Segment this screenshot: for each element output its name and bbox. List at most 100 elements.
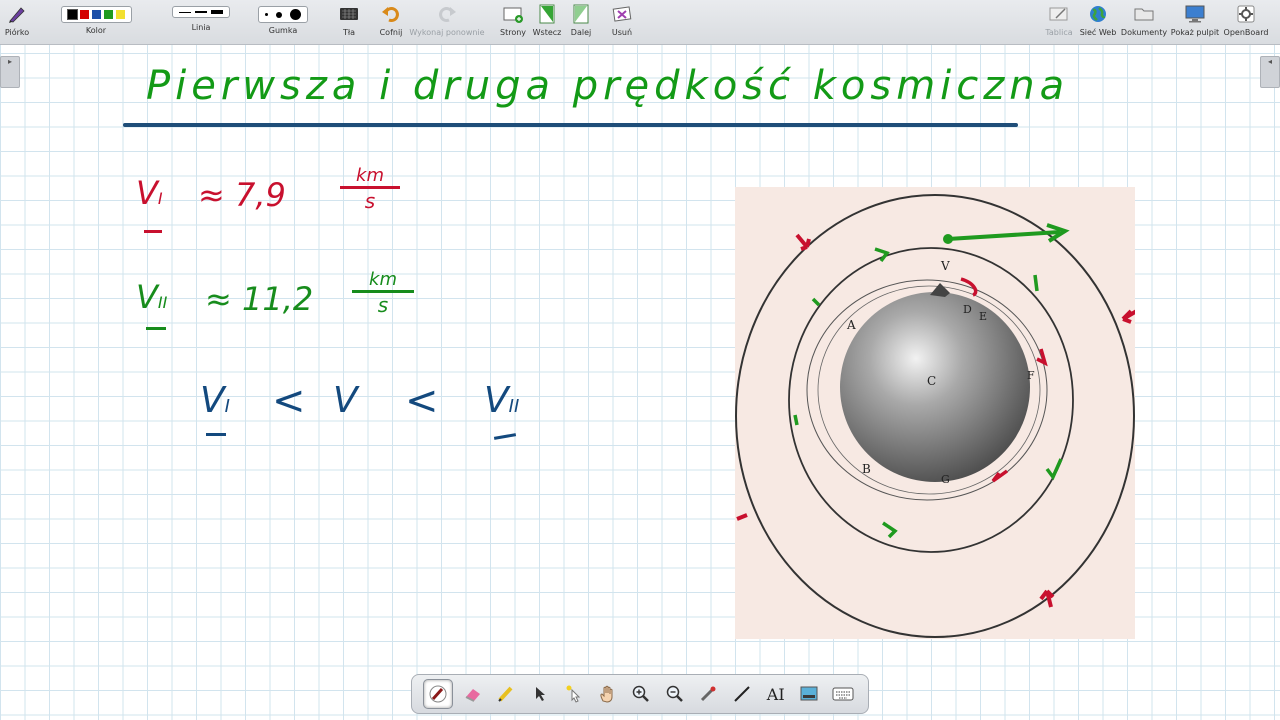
eraser-small-option[interactable] — [265, 13, 268, 16]
openboard-menu-button[interactable]: OpenBoard — [1222, 0, 1270, 44]
folder-icon — [1133, 0, 1155, 28]
inequality-left-underline — [206, 433, 226, 436]
line-thick-option[interactable] — [211, 10, 223, 14]
board-icon — [1048, 0, 1070, 28]
pen-tool[interactable]: Piórko — [4, 0, 30, 44]
pointer-stick-icon[interactable] — [694, 680, 722, 708]
back-button[interactable]: Wstecz — [532, 0, 562, 44]
middle-orbit-arrow-4 — [882, 521, 898, 539]
eraser-large-option[interactable] — [290, 9, 301, 20]
velocity-arrow — [947, 230, 1061, 241]
inequality-left: VI — [200, 380, 230, 421]
pages-button[interactable]: Strony — [499, 0, 527, 44]
label-f: F — [1027, 369, 1035, 382]
orbit-diagram: V D E A C B G F — [735, 194, 1149, 638]
middle-orbit-arrow-2 — [1033, 274, 1039, 292]
label-a: A — [846, 318, 856, 332]
eraser-medium-option[interactable] — [276, 11, 282, 18]
next-button[interactable]: Dalej — [568, 0, 594, 44]
color-swatch-yellow[interactable] — [115, 10, 125, 19]
v2-value: ≈ 11,2 — [205, 280, 314, 318]
label-b: B — [862, 462, 871, 476]
v1-value: ≈ 7,9 — [198, 176, 286, 214]
stylus-palette: AI — [411, 674, 869, 714]
eraser-size-picker[interactable]: Gumka — [248, 0, 318, 44]
middle-orbit-arrow-6 — [811, 297, 821, 307]
line-width-picker[interactable]: Linia — [167, 0, 235, 44]
label-v: V — [940, 259, 950, 273]
pages-icon — [502, 0, 524, 28]
show-desktop-button[interactable]: Pokaż pulpit — [1170, 0, 1220, 44]
pointer-icon[interactable] — [526, 680, 554, 708]
v2-subscript: II — [157, 293, 168, 312]
label-e: E — [979, 310, 987, 323]
undo-button[interactable]: Cofnij — [377, 0, 405, 44]
outer-orbit-arrow-1 — [795, 233, 811, 251]
outer-orbit-arrow-2 — [1121, 303, 1149, 324]
capture-icon[interactable] — [795, 680, 823, 708]
color-swatch-black[interactable] — [66, 9, 78, 20]
background-button[interactable]: Tła — [336, 0, 362, 44]
laser-icon[interactable] — [560, 680, 588, 708]
pen-icon[interactable] — [422, 679, 453, 709]
v1-letter: V — [136, 174, 158, 212]
color-swatch-blue[interactable] — [91, 10, 101, 19]
v2-unit-denominator: s — [377, 293, 389, 317]
zoom-out-icon[interactable] — [661, 680, 689, 708]
v2-unit-fraction: km s — [352, 270, 414, 317]
redo-button[interactable]: Wykonaj ponownie — [409, 0, 485, 44]
v2-symbol: VII — [136, 278, 167, 316]
zoom-in-icon[interactable] — [627, 680, 655, 708]
text-icon[interactable]: AI — [762, 680, 790, 708]
v1-subscript: I — [157, 189, 163, 208]
settings-gear-icon — [1236, 0, 1256, 28]
inequality-middle: V — [333, 380, 358, 421]
board-mode-button[interactable]: Tablica — [1044, 0, 1074, 44]
pen-tool-icon — [7, 0, 27, 28]
line-icon[interactable] — [728, 680, 756, 708]
left-panel-toggle[interactable]: ▸ — [0, 56, 20, 88]
v1-unit-denominator: s — [364, 189, 376, 213]
v1-unit-fraction: km s — [340, 166, 400, 213]
inequality-right: VII — [484, 380, 519, 421]
line-thin-option[interactable] — [179, 11, 191, 13]
color-swatch-green[interactable] — [103, 10, 113, 19]
top-toolbar: Piórko Kolor Linia Gumka Tła Cofnij Wyko… — [0, 0, 1280, 45]
label-g: G — [941, 473, 950, 486]
undo-icon — [381, 0, 401, 28]
color-picker[interactable]: Kolor — [40, 0, 152, 44]
documents-mode-button[interactable]: Dokumenty — [1120, 0, 1168, 44]
board-title: Pierwsza i druga prędkość kosmiczna — [146, 63, 1070, 109]
middle-orbit-arrow-5 — [793, 414, 799, 426]
outer-orbit-arrow-4 — [736, 513, 748, 521]
page-next-icon — [571, 0, 591, 28]
inequality-lt-1: < — [272, 378, 306, 424]
title-underline — [123, 123, 1018, 127]
delete-button[interactable]: Usuń — [608, 0, 636, 44]
eraser-icon[interactable] — [459, 680, 487, 708]
outer-orbit-arrow-3 — [1039, 589, 1055, 608]
v2-underline — [146, 327, 166, 330]
label-c: C — [927, 374, 936, 388]
background-icon — [339, 0, 359, 28]
hand-icon[interactable] — [593, 680, 621, 708]
inequality-right-letter: V — [484, 380, 509, 421]
monitor-icon — [1184, 0, 1206, 28]
inequality-right-subscript: II — [508, 396, 520, 417]
eraser-size-options — [258, 6, 308, 23]
label-d: D — [963, 303, 972, 316]
web-mode-button[interactable]: Sieć Web — [1080, 0, 1116, 44]
inequality-left-letter: V — [200, 380, 225, 421]
v1-unit-numerator: km — [356, 165, 384, 186]
right-panel-toggle[interactable]: ◂ — [1260, 56, 1280, 88]
v2-unit-numerator: km — [369, 269, 397, 290]
marker-icon[interactable] — [492, 680, 520, 708]
orbit-figure[interactable]: V D E A C B G F — [735, 187, 1149, 639]
page-back-icon — [537, 0, 557, 28]
color-swatches — [60, 6, 132, 23]
v1-symbol: VI — [136, 174, 163, 212]
color-swatch-red[interactable] — [79, 10, 89, 19]
line-medium-option[interactable] — [195, 11, 207, 13]
redo-icon — [437, 0, 457, 28]
keyboard-icon[interactable] — [829, 680, 857, 708]
